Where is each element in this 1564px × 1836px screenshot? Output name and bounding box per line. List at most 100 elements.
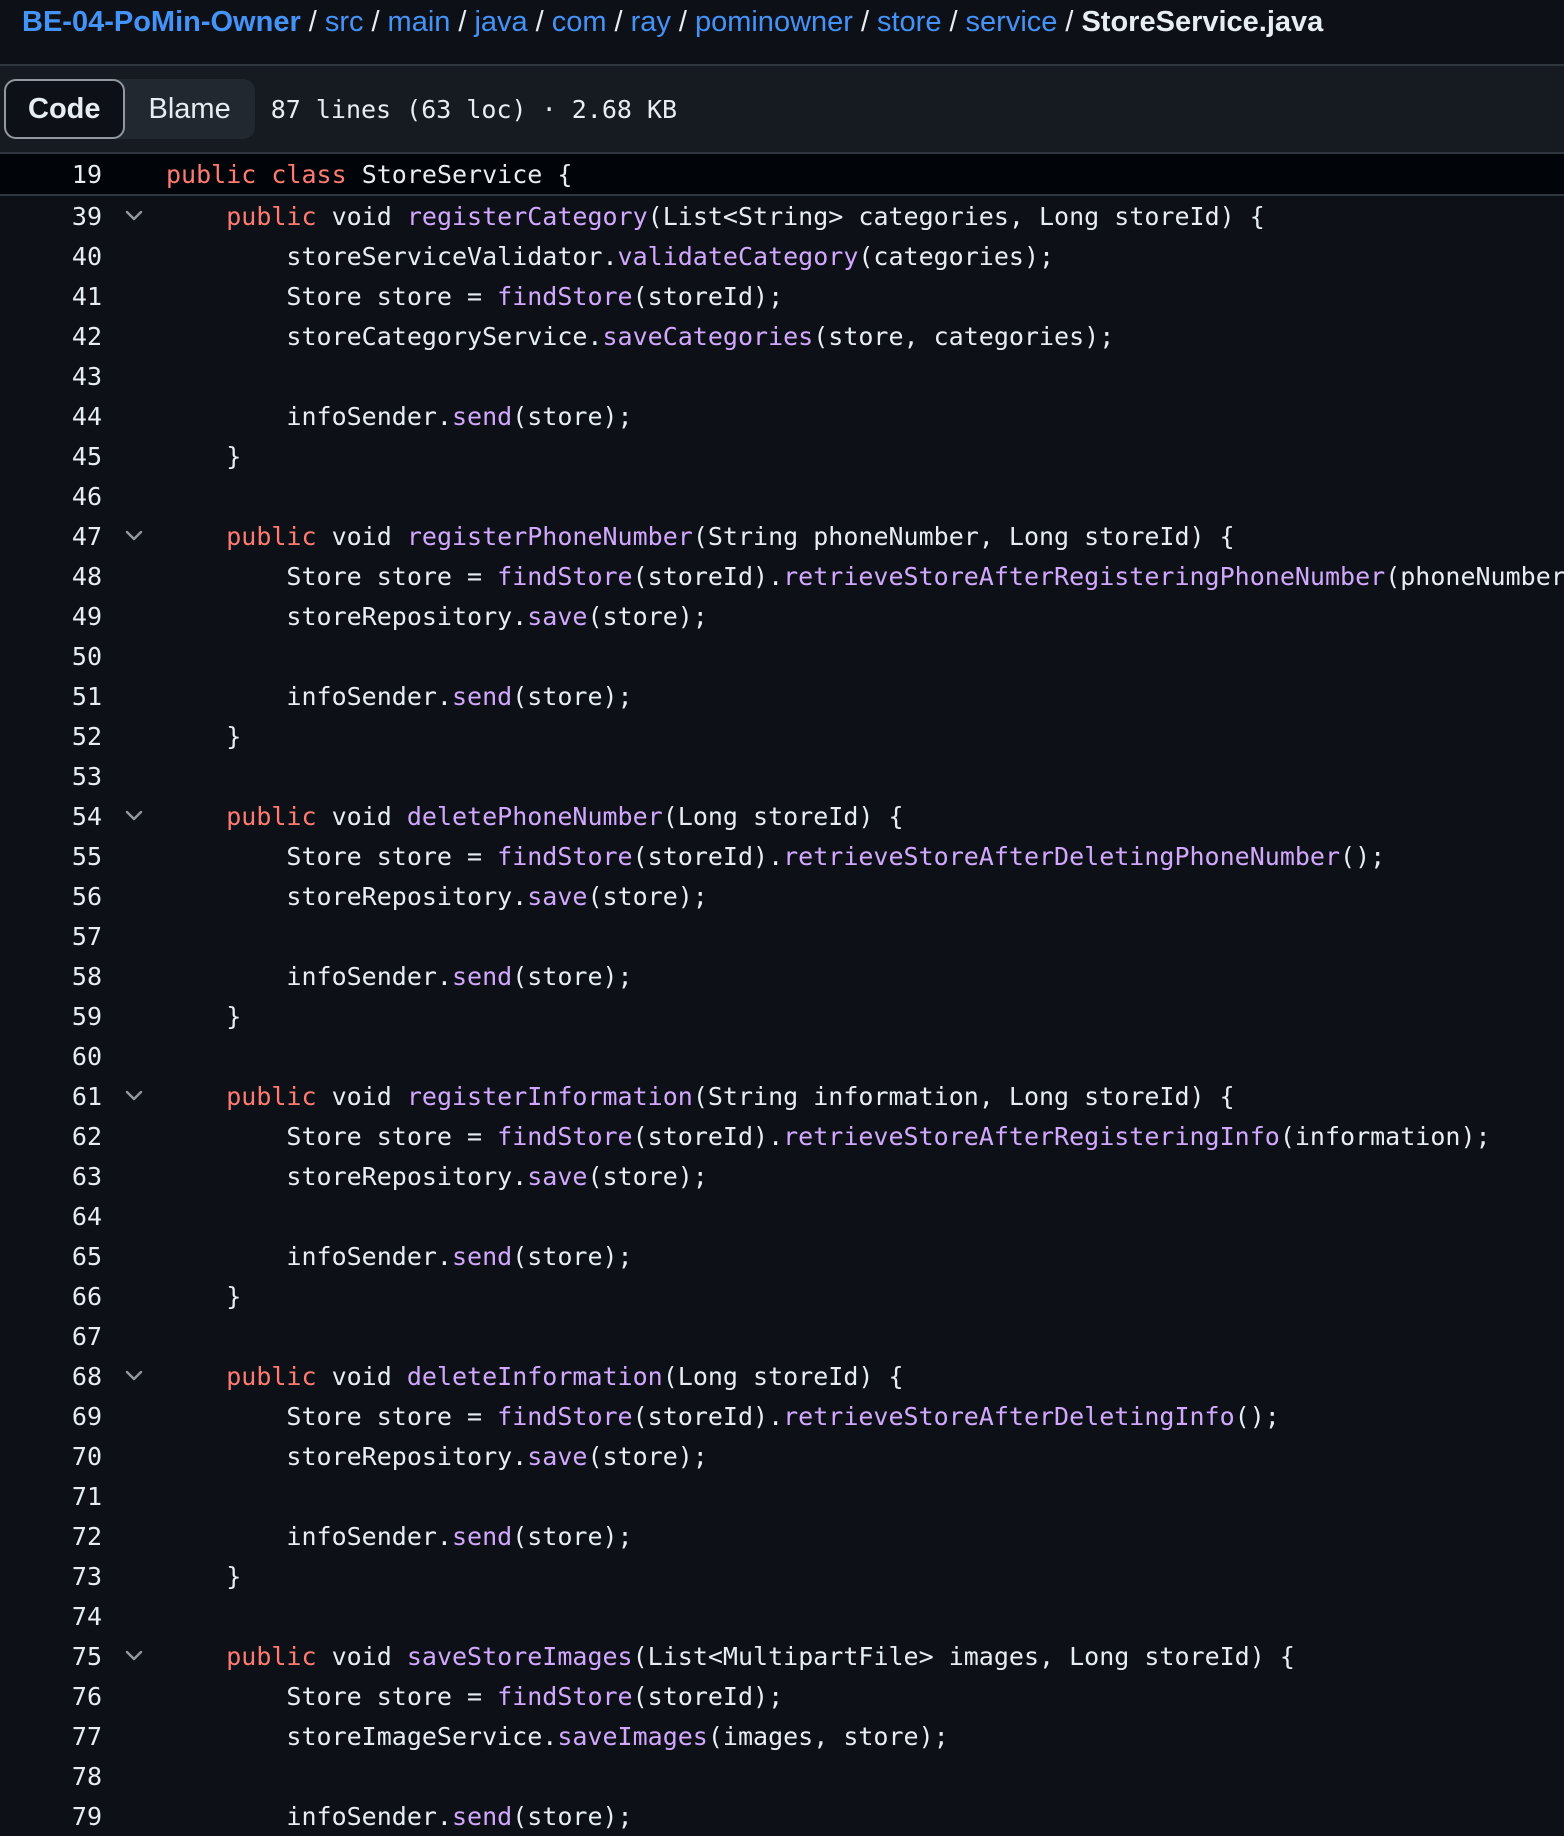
line-number[interactable]: 49 (0, 602, 102, 631)
code-text: (store); (512, 401, 633, 431)
breadcrumb-link-com[interactable]: com (552, 6, 607, 39)
line-number[interactable]: 52 (0, 722, 102, 751)
chevron-down-icon[interactable] (102, 806, 166, 826)
code-text: void (316, 1361, 407, 1391)
code-text: (store); (587, 881, 708, 911)
code-line-content: storeRepository.save(store); (166, 1162, 707, 1191)
code-line-content: public void registerCategory(List<String… (166, 202, 1265, 231)
line-number[interactable]: 19 (0, 160, 102, 189)
line-number[interactable]: 45 (0, 442, 102, 471)
line-number[interactable]: 50 (0, 642, 102, 671)
line-number[interactable]: 74 (0, 1602, 102, 1631)
line-number[interactable]: 70 (0, 1442, 102, 1471)
code-line: 51 infoSender.send(store); (0, 676, 1564, 716)
code-function: findStore (497, 1121, 633, 1151)
line-number[interactable]: 57 (0, 922, 102, 951)
chevron-down-icon[interactable] (102, 526, 166, 546)
line-number[interactable]: 72 (0, 1522, 102, 1551)
breadcrumb-repo-link[interactable]: BE-04-PoMin-Owner (22, 6, 301, 39)
breadcrumb-link-service[interactable]: service (966, 6, 1058, 39)
line-number[interactable]: 53 (0, 762, 102, 791)
code-keyword: public (166, 159, 257, 189)
code-text: (storeId); (632, 281, 784, 311)
code-text: void (316, 1641, 407, 1671)
line-number[interactable]: 59 (0, 1002, 102, 1031)
code-text: (store, categories); (813, 321, 1115, 351)
code-keyword: public (226, 1361, 317, 1391)
code-line: 57 (0, 916, 1564, 956)
line-number[interactable]: 65 (0, 1242, 102, 1271)
line-number[interactable]: 48 (0, 562, 102, 591)
line-number[interactable]: 43 (0, 362, 102, 391)
code-function: send (451, 961, 513, 991)
line-number[interactable]: 51 (0, 682, 102, 711)
code-function: saveImages (557, 1721, 708, 1751)
line-number[interactable]: 41 (0, 282, 102, 311)
line-number[interactable]: 68 (0, 1362, 102, 1391)
breadcrumb-link-src[interactable]: src (325, 6, 364, 39)
line-number[interactable]: 63 (0, 1162, 102, 1191)
line-number[interactable]: 75 (0, 1642, 102, 1671)
line-number[interactable]: 42 (0, 322, 102, 351)
breadcrumb-link-main[interactable]: main (388, 6, 451, 39)
code-text: (List<MultipartFile> images, Long storeI… (632, 1641, 1295, 1671)
code-text: (Long storeId) { (662, 801, 904, 831)
code-text: } (166, 1561, 242, 1591)
chevron-down-icon[interactable] (102, 206, 166, 226)
line-number[interactable]: 76 (0, 1682, 102, 1711)
code-line: 72 infoSender.send(store); (0, 1516, 1564, 1556)
code-line: 75 public void saveStoreImages(List<Mult… (0, 1636, 1564, 1676)
line-number[interactable]: 55 (0, 842, 102, 871)
code-function: retrieveStoreAfterDeletingInfo (783, 1401, 1235, 1431)
line-number[interactable]: 62 (0, 1122, 102, 1151)
code-tab-button[interactable]: Code (4, 79, 125, 139)
code-text: Store store = (166, 561, 498, 591)
code-text: StoreService { (346, 159, 573, 189)
line-number[interactable]: 79 (0, 1802, 102, 1831)
code-line: 43 (0, 356, 1564, 396)
line-number[interactable]: 61 (0, 1082, 102, 1111)
line-number[interactable]: 73 (0, 1562, 102, 1591)
line-number[interactable]: 56 (0, 882, 102, 911)
chevron-down-icon[interactable] (102, 1086, 166, 1106)
breadcrumb-link-store[interactable]: store (877, 6, 941, 39)
code-function: registerPhoneNumber (406, 521, 693, 551)
breadcrumb-separator: / (614, 6, 623, 38)
line-number[interactable]: 64 (0, 1202, 102, 1231)
code-line: 59 } (0, 996, 1564, 1036)
line-number[interactable]: 58 (0, 962, 102, 991)
code-text: (store); (512, 1241, 633, 1271)
breadcrumb-link-pominowner[interactable]: pominowner (695, 6, 853, 39)
code-line-content: public class StoreService { (166, 160, 572, 189)
code-text: storeRepository. (166, 601, 528, 631)
line-number[interactable]: 78 (0, 1762, 102, 1791)
line-number[interactable]: 46 (0, 482, 102, 511)
breadcrumb-link-java[interactable]: java (474, 6, 527, 39)
line-number[interactable]: 44 (0, 402, 102, 431)
code-function: findStore (497, 1401, 633, 1431)
line-number[interactable]: 54 (0, 802, 102, 831)
line-number[interactable]: 40 (0, 242, 102, 271)
code-keyword: public (226, 801, 317, 831)
line-number[interactable]: 69 (0, 1402, 102, 1431)
line-number[interactable]: 67 (0, 1322, 102, 1351)
blame-tab-button[interactable]: Blame (125, 79, 255, 139)
code-function: send (451, 1801, 513, 1831)
code-line-content: } (166, 1562, 241, 1591)
line-number[interactable]: 77 (0, 1722, 102, 1751)
code-line-content: storeServiceValidator.validateCategory(c… (166, 242, 1054, 271)
code-line-content: public void deleteInformation(Long store… (166, 1361, 903, 1391)
code-function: send (451, 401, 513, 431)
code-line: 69 Store store = findStore(storeId).retr… (0, 1396, 1564, 1436)
chevron-down-icon[interactable] (102, 1646, 166, 1666)
code-line: 58 infoSender.send(store); (0, 956, 1564, 996)
line-number[interactable]: 71 (0, 1482, 102, 1511)
line-number[interactable]: 66 (0, 1282, 102, 1311)
code-viewer[interactable]: 19 public class StoreService { 39 public… (0, 154, 1564, 1836)
breadcrumb-link-ray[interactable]: ray (631, 6, 671, 39)
chevron-down-icon[interactable] (102, 1366, 166, 1386)
line-number[interactable]: 47 (0, 522, 102, 551)
line-number[interactable]: 39 (0, 202, 102, 231)
line-number[interactable]: 60 (0, 1042, 102, 1071)
code-text: infoSender. (166, 961, 452, 991)
